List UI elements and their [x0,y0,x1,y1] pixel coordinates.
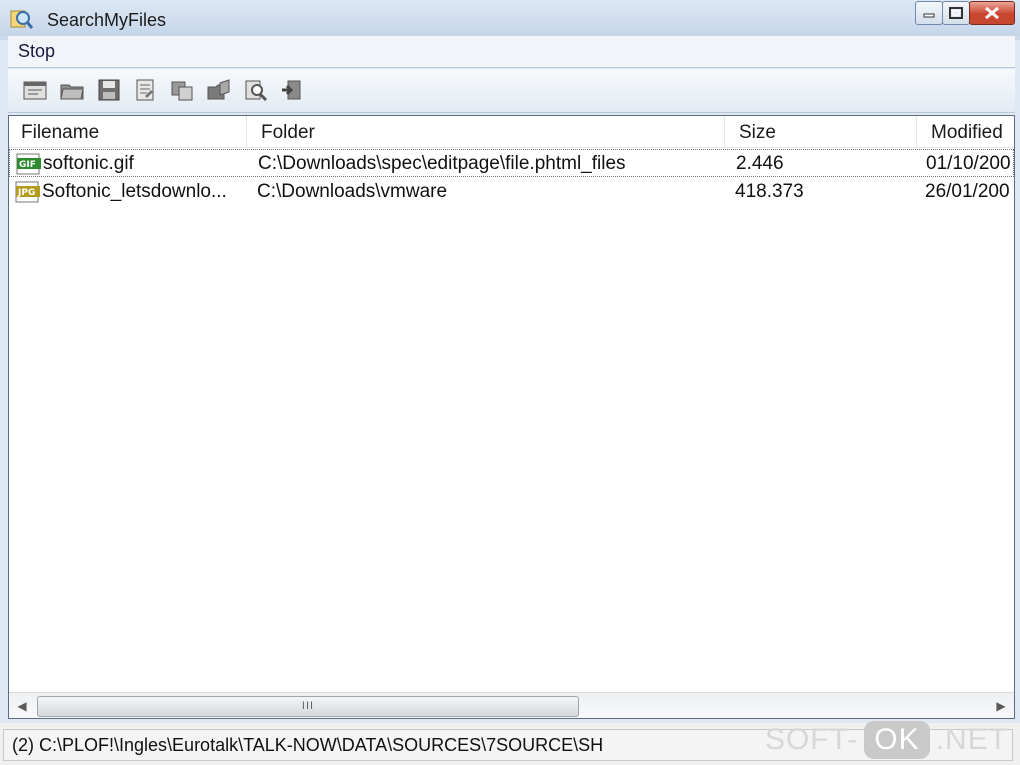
scroll-right-button[interactable]: ▶ [988,693,1014,718]
row-size: 418.373 [735,181,804,202]
row-filename: softonic.gif [43,153,134,174]
app-window: SearchMyFiles Stop Filename Folder Size … [0,0,1020,765]
row-modified: 26/01/200 [925,181,1010,202]
row-filename: Softonic_letsdownlo... [42,181,227,202]
open-file-folder-icon [207,79,230,100]
maximize-button[interactable] [942,1,970,25]
svg-text:GIF: GIF [19,160,36,170]
list-header: Filename Folder Size Modified [9,116,1014,148]
row-folder: C:\Downloads\vmware [257,181,448,202]
column-header-folder[interactable]: Folder [247,116,725,148]
toolbar [8,69,1015,113]
scroll-right-icon: ▶ [996,699,1006,713]
title-bar[interactable]: SearchMyFiles [0,0,1020,36]
watermark-right: .NET [935,723,1008,756]
menu-bar: Stop [8,36,1015,68]
save-icon [98,79,120,101]
window-controls [915,1,1015,27]
find-icon [245,80,268,101]
properties-icon [136,79,154,101]
scrollbar-thumb[interactable]: III [37,696,579,717]
column-header-modified[interactable]: Modified [917,116,1014,148]
scroll-left-button[interactable]: ◀ [9,693,35,718]
watermark: SOFT- OK .NET [765,720,1008,760]
scroll-left-icon: ◀ [17,699,27,713]
row-folder: C:\Downloads\spec\editpage\file.phtml_fi… [258,153,626,174]
horizontal-scrollbar[interactable]: ◀ III ▶ [9,692,1014,718]
maximize-icon [949,7,963,19]
column-header-filename[interactable]: Filename [9,116,247,148]
copy-button[interactable] [169,77,195,103]
svg-text:JPG: JPG [17,188,35,198]
minimize-icon [923,13,935,18]
copy-icon [171,81,193,101]
properties-button[interactable] [132,77,158,103]
options-icon [23,81,47,100]
window-title: SearchMyFiles [47,10,167,30]
options-button[interactable] [22,77,48,103]
open-file-folder-button[interactable] [206,77,232,103]
find-button[interactable] [243,77,269,103]
save-button[interactable] [96,77,122,103]
minimize-button[interactable] [915,1,943,25]
watermark-left: SOFT- [764,723,859,756]
open-folder-button[interactable] [59,77,85,103]
menu-item-stop[interactable]: Stop [18,41,55,62]
table-row[interactable]: GIF softonic.gif C:\Downloads\spec\editp… [9,149,1014,177]
table-row[interactable]: JPG Softonic_letsdownlo... C:\Downloads\… [9,178,1014,206]
thumb-grip: III [301,700,315,712]
exit-button[interactable] [279,77,305,103]
close-button[interactable] [969,1,1015,25]
watermark-ok: OK [864,721,930,759]
jpg-file-icon: JPG [15,181,41,203]
exit-icon [282,80,301,100]
column-header-size[interactable]: Size [725,116,917,148]
gif-file-icon: GIF [16,153,42,175]
row-size: 2.446 [736,153,784,174]
searchmyfiles-app-icon[interactable] [10,8,34,30]
close-icon [985,6,999,20]
file-list[interactable]: Filename Folder Size Modified GIF softon… [8,115,1015,719]
row-modified: 01/10/200 [926,153,1011,174]
open-folder-icon [60,84,84,100]
